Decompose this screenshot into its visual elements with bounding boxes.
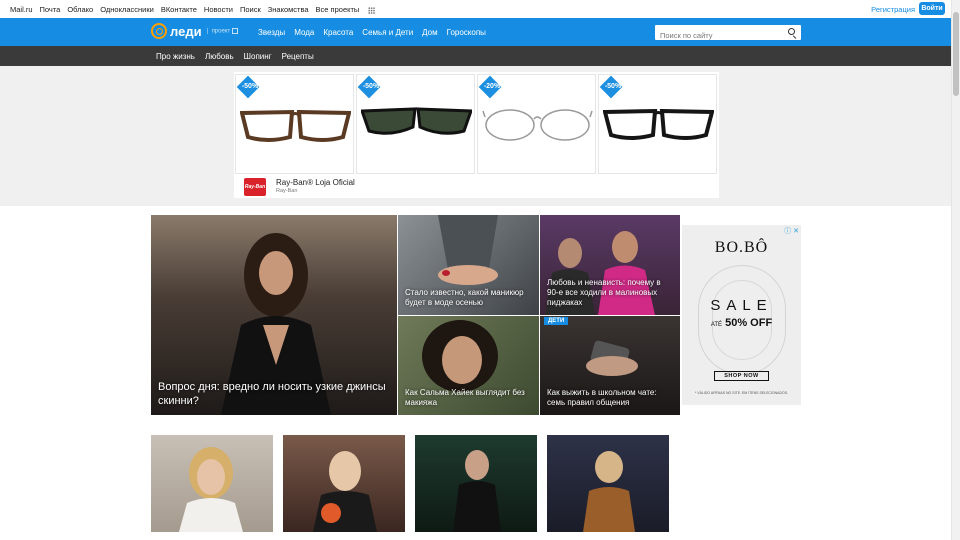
- discount-text: -50%: [604, 83, 622, 90]
- search-input[interactable]: [655, 28, 775, 43]
- rayban-logo: Ray-Ban: [244, 178, 266, 196]
- article-card-3[interactable]: [415, 435, 537, 532]
- feature-tile-manicure[interactable]: Стало известно, какой маникюр будет в мо…: [398, 215, 539, 315]
- site-logo[interactable]: леди проект: [151, 23, 239, 39]
- feature-caption: Любовь и ненависть: почему в 90-е все хо…: [547, 278, 661, 307]
- banner-discount: ATÉ 50% OFF: [682, 317, 801, 329]
- photo-woman-leopard: [583, 451, 635, 532]
- article-card-4[interactable]: [547, 435, 669, 532]
- all-projects-label: Все проекты: [315, 5, 360, 14]
- photo-woman-bouquet: [313, 451, 377, 532]
- page-scrollbar[interactable]: [951, 0, 960, 540]
- banner-brand: BO.BÔ: [714, 239, 769, 256]
- portal-link-all-projects[interactable]: Все проекты: [316, 5, 376, 14]
- subnav-item-love[interactable]: Любовь: [205, 52, 234, 61]
- banner-sale: SALE: [710, 297, 773, 314]
- login-button[interactable]: Войти: [919, 2, 945, 15]
- side-ad-banner[interactable]: BO.BÔ SALE ATÉ 50% OFF SHOP NOW * VÁLIDO…: [682, 225, 801, 405]
- portal-link-news[interactable]: Новости: [204, 5, 233, 14]
- advertiser-sub: Ray-Ban: [276, 188, 298, 194]
- portal-links: Mail.ru Почта Облако Одноклассники ВКонт…: [10, 5, 382, 14]
- discount-text: -50%: [241, 83, 259, 90]
- search-icon[interactable]: [788, 28, 795, 35]
- discount-text: -20%: [483, 83, 501, 90]
- nav-item-beauty[interactable]: Красота: [323, 28, 353, 37]
- feature-caption: Вопрос дня: вредно ли носить узкие джинс…: [158, 381, 386, 407]
- feature-caption: Как Сальма Хайек выглядит без макияжа: [405, 388, 525, 407]
- article-card-2[interactable]: [283, 435, 405, 532]
- feature-caption: Стало известно, какой маникюр будет в мо…: [405, 288, 524, 307]
- portal-link-cloud[interactable]: Облако: [67, 5, 93, 14]
- glasses-icon: [603, 108, 714, 140]
- feature-caption: Как выжить в школьном чате: семь правил …: [547, 388, 657, 407]
- logo-project-label: проект: [206, 27, 239, 35]
- feature-tile-salma[interactable]: Как Сальма Хайек выглядит без макияжа: [398, 316, 539, 415]
- glasses-icon: [240, 109, 351, 142]
- article-card-1[interactable]: [151, 435, 273, 532]
- advertiser-name: Ray-Ban® Loja Oficial: [276, 178, 355, 187]
- nav-item-family[interactable]: Семья и Дети: [362, 28, 413, 37]
- mailru-box-icon: [232, 27, 239, 34]
- portal-link-ok[interactable]: Одноклассники: [100, 5, 154, 14]
- feature-tile-school-chat[interactable]: Как выжить в школьном чате: семь правил …: [540, 316, 680, 415]
- at-logo-icon: [151, 23, 167, 39]
- feature-tile-90s[interactable]: Любовь и ненависть: почему в 90-е все хо…: [540, 215, 680, 315]
- nav-item-fashion[interactable]: Мода: [294, 28, 314, 37]
- nav-item-stars[interactable]: Звезды: [258, 28, 285, 37]
- glasses-icon: [482, 109, 593, 141]
- subnav-item-shopping[interactable]: Шопинг: [244, 52, 272, 61]
- sub-nav: Про жизнь Любовь Шопинг Рецепты: [0, 46, 951, 66]
- sunglasses-icon: [361, 107, 472, 135]
- main-nav: Звезды Мода Красота Семья и Дети Дом Гор…: [258, 28, 495, 37]
- portal-link-mail[interactable]: Почта: [40, 5, 61, 14]
- banner-discount-value: 50% OFF: [725, 317, 773, 329]
- ad-product-3[interactable]: -20%: [477, 74, 596, 174]
- ad-product-4[interactable]: -50%: [598, 74, 717, 174]
- scrollbar-thumb[interactable]: [953, 12, 959, 96]
- site-header: леди проект Звезды Мода Красота Семья и …: [0, 18, 951, 46]
- portal-link-mailru[interactable]: Mail.ru: [10, 5, 33, 14]
- discount-text: -50%: [362, 83, 380, 90]
- subnav-item-life[interactable]: Про жизнь: [156, 52, 195, 61]
- banner-discount-prefix: ATÉ: [710, 322, 723, 328]
- ad-product-1[interactable]: -50%: [235, 74, 354, 174]
- feature-tile-main[interactable]: Вопрос дня: вредно ли носить узкие джинс…: [151, 215, 397, 415]
- photo-man-suit: [453, 450, 501, 532]
- nav-item-horoscopes[interactable]: Гороскопы: [447, 28, 486, 37]
- search-box: [655, 25, 801, 43]
- nav-item-home[interactable]: Дом: [422, 28, 437, 37]
- logo-name: леди: [170, 23, 202, 39]
- ad-product-2[interactable]: -50%: [356, 74, 475, 174]
- project-text: проект: [211, 28, 231, 35]
- ad-advertiser-bar[interactable]: Ray-Ban Ray-Ban® Loja Oficial Ray-Ban: [234, 175, 719, 198]
- portal-link-dating[interactable]: Знакомства: [268, 5, 309, 14]
- grid-icon: [368, 6, 376, 14]
- register-link[interactable]: Регистрация: [871, 5, 915, 14]
- subnav-item-recipes[interactable]: Рецепты: [282, 52, 314, 61]
- portal-bar: Mail.ru Почта Облако Одноклассники ВКонт…: [0, 0, 951, 18]
- portal-link-vk[interactable]: ВКонтакте: [161, 5, 197, 14]
- ad-info-icon[interactable]: ⓘ ✕: [784, 226, 799, 236]
- portal-link-search[interactable]: Поиск: [240, 5, 261, 14]
- shop-now-button[interactable]: SHOP NOW: [714, 371, 769, 381]
- photo-blonde-woman: [179, 447, 243, 532]
- category-tag-kids[interactable]: ДЕТИ: [544, 317, 569, 325]
- banner-fine-print: * VÁLIDO APENAS NO SITE. EM ITENS SELECI…: [694, 391, 789, 395]
